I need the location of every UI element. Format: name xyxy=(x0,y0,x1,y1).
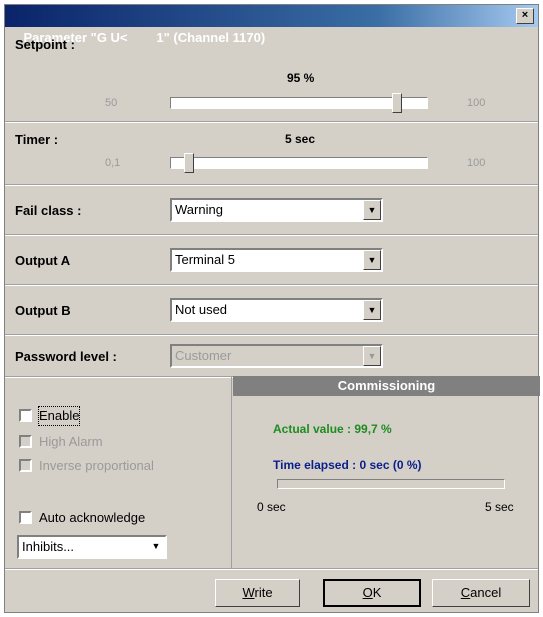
chevron-down-icon[interactable]: ▼ xyxy=(363,300,381,320)
output-b-section: Output B Not used ▼ xyxy=(5,285,538,335)
cancel-button[interactable]: Cancel xyxy=(432,579,530,607)
chevron-down-icon[interactable]: ▼ xyxy=(363,250,381,270)
setpoint-section: Setpoint : 95 % 50 100 xyxy=(5,27,538,122)
output-b-value: Not used xyxy=(175,302,228,317)
inverse-proportional-checkbox xyxy=(19,459,32,472)
inhibits-value: Inhibits... xyxy=(22,539,75,554)
progress-scale-max: 5 sec xyxy=(485,500,514,514)
setpoint-max: 100 xyxy=(467,97,486,109)
timer-min: 0,1 xyxy=(105,157,121,169)
fail-class-select[interactable]: Warning ▼ xyxy=(170,198,383,222)
output-a-section: Output A Terminal 5 ▼ xyxy=(5,235,538,285)
timer-value: 5 sec xyxy=(285,132,316,146)
time-elapsed: Time elapsed : 0 sec (0 %) xyxy=(273,458,422,472)
commissioning-panel: Commissioning Actual value : 99,7 % Time… xyxy=(233,376,540,568)
ok-button[interactable]: OK xyxy=(323,579,421,607)
panel-divider xyxy=(231,376,232,568)
enable-label: Enable xyxy=(37,406,81,426)
auto-acknowledge-checkbox[interactable] xyxy=(19,511,32,524)
timer-max: 100 xyxy=(467,157,486,169)
inverse-proportional-label: Inverse proportional xyxy=(39,458,154,473)
password-level-section: Password level : Customer ▼ xyxy=(5,335,538,377)
inhibits-select[interactable]: Inhibits... ▼ xyxy=(17,535,167,559)
parameter-dialog: Parameter "G U< 1" (Channel 1170) × Setp… xyxy=(4,4,540,613)
time-elapsed-progress-bar xyxy=(277,479,505,489)
timer-slider-thumb[interactable] xyxy=(184,153,195,173)
timer-slider-track[interactable] xyxy=(170,157,428,169)
password-level-label: Password level : xyxy=(15,349,117,364)
progress-scale-min: 0 sec xyxy=(257,500,286,514)
output-a-select[interactable]: Terminal 5 ▼ xyxy=(170,248,383,272)
auto-acknowledge-checkbox-row[interactable]: Auto acknowledge xyxy=(19,509,219,527)
close-icon[interactable]: × xyxy=(516,8,534,24)
auto-acknowledge-label: Auto acknowledge xyxy=(39,510,146,525)
setpoint-slider-track[interactable] xyxy=(170,97,428,109)
high-alarm-checkbox-row: High Alarm xyxy=(19,433,219,451)
output-a-label: Output A xyxy=(15,253,71,268)
setpoint-slider-thumb[interactable] xyxy=(391,93,402,113)
enable-checkbox[interactable] xyxy=(19,409,32,422)
chevron-down-icon: ▼ xyxy=(363,346,381,366)
password-level-value: Customer xyxy=(175,348,232,363)
fail-class-value: Warning xyxy=(175,202,223,217)
actual-value: Actual value : 99,7 % xyxy=(273,422,392,436)
output-a-value: Terminal 5 xyxy=(175,252,235,267)
enable-checkbox-row[interactable]: Enable xyxy=(19,406,219,426)
button-divider xyxy=(5,568,538,569)
fail-class-section: Fail class : Warning ▼ xyxy=(5,185,538,235)
output-b-label: Output B xyxy=(15,303,71,318)
timer-section: Timer : 5 sec 0,1 100 xyxy=(5,122,538,185)
fail-class-label: Fail class : xyxy=(15,203,82,218)
password-level-select: Customer ▼ xyxy=(170,344,383,368)
high-alarm-checkbox xyxy=(19,435,32,448)
output-b-select[interactable]: Not used ▼ xyxy=(170,298,383,322)
chevron-down-icon[interactable]: ▼ xyxy=(363,200,381,220)
commissioning-header: Commissioning xyxy=(233,376,540,396)
inverse-proportional-checkbox-row: Inverse proportional xyxy=(19,457,219,475)
high-alarm-label: High Alarm xyxy=(39,434,103,449)
title-bar: Parameter "G U< 1" (Channel 1170) × xyxy=(5,5,538,45)
setpoint-value: 95 % xyxy=(287,71,315,85)
write-button[interactable]: Write xyxy=(215,579,300,607)
timer-label: Timer : xyxy=(15,132,59,147)
setpoint-min: 50 xyxy=(105,97,118,109)
setpoint-label: Setpoint : xyxy=(15,37,75,52)
chevron-down-icon[interactable]: ▼ xyxy=(147,537,165,557)
